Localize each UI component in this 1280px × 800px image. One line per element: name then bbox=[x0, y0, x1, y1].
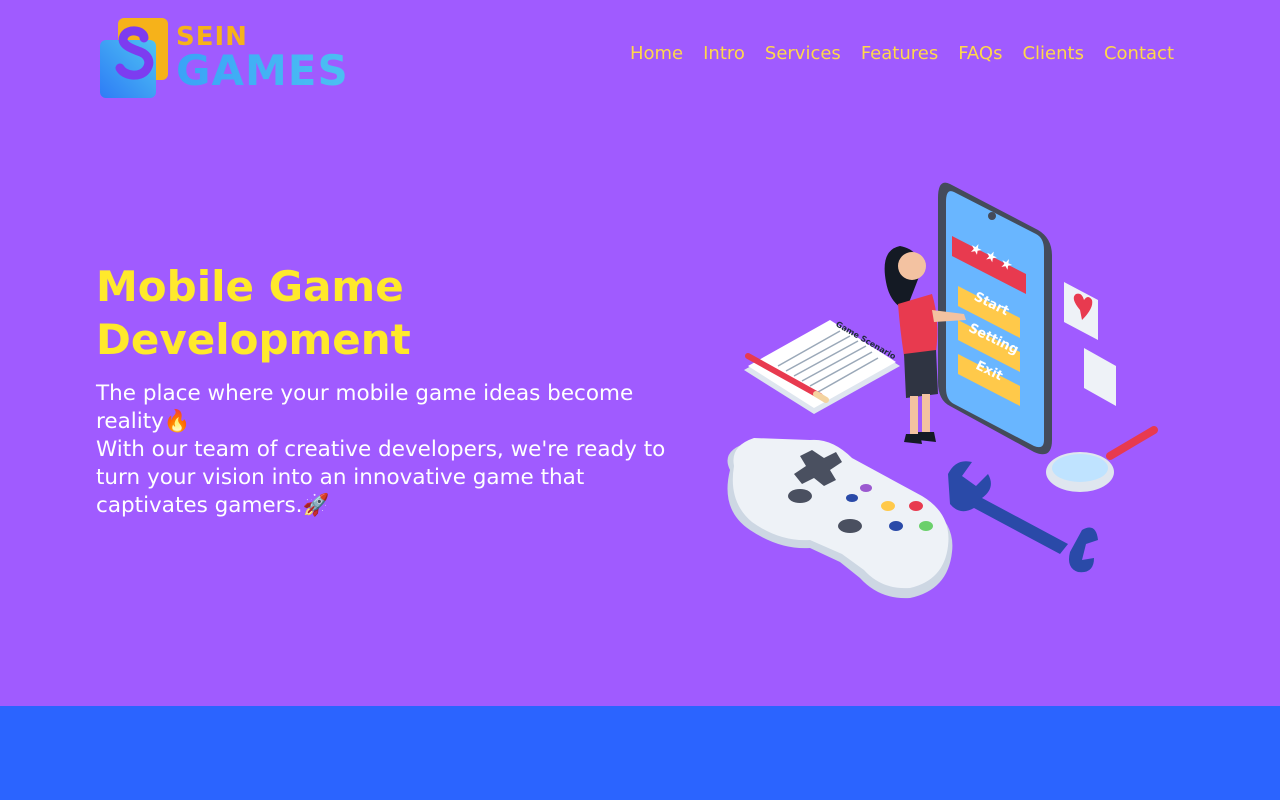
nav-intro[interactable]: Intro bbox=[703, 43, 745, 64]
logo-text-games: GAMES bbox=[176, 46, 349, 95]
nav-clients[interactable]: Clients bbox=[1022, 43, 1084, 64]
scenario-paper-icon: Game Scenario bbox=[744, 320, 900, 414]
main-nav: Home Intro Services Features FAQs Client… bbox=[630, 43, 1174, 64]
logo-s-mark-icon bbox=[100, 18, 168, 98]
hero-title: Mobile Game Development bbox=[96, 262, 411, 364]
gamepad-icon bbox=[727, 438, 953, 599]
heart-card-icon bbox=[1064, 282, 1098, 340]
nav-contact[interactable]: Contact bbox=[1104, 43, 1174, 64]
nav-features[interactable]: Features bbox=[861, 43, 938, 64]
hero-description: The place where your mobile game ideas b… bbox=[96, 380, 666, 520]
magnifier-icon bbox=[1046, 426, 1158, 492]
nav-home[interactable]: Home bbox=[630, 43, 683, 64]
logo-link[interactable]: SEIN GAMES bbox=[98, 16, 348, 102]
blank-card-icon bbox=[1084, 348, 1116, 406]
nav-services[interactable]: Services bbox=[765, 43, 841, 64]
mobile-game-illustration: Game Scenario ★ ★ ★ Start Setting Exit bbox=[727, 182, 1158, 599]
hero-paragraph-2: With our team of creative developers, we… bbox=[96, 437, 666, 518]
hero-paragraph-1: The place where your mobile game ideas b… bbox=[96, 381, 634, 434]
next-section-band bbox=[0, 706, 1280, 800]
nav-faqs[interactable]: FAQs bbox=[958, 43, 1002, 64]
